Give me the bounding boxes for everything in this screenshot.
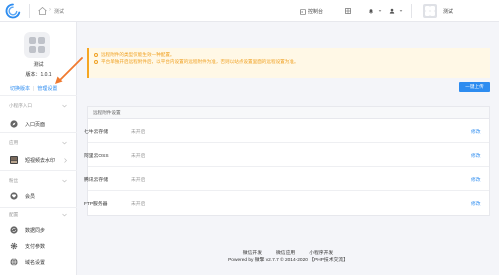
- app-links: 切换版本 | 管理设置: [10, 85, 57, 92]
- sidebar-item-label: 短视频去水印: [25, 158, 56, 164]
- notice-text: 远程附件的类型仅能生效一种配置。: [101, 52, 175, 57]
- section-miniapp: 小程序入口: [9, 103, 32, 108]
- heart-icon: [10, 192, 18, 200]
- footer-link[interactable]: 小程序开发: [309, 249, 333, 256]
- notifications-menu[interactable]: [368, 8, 382, 14]
- console-icon: [300, 8, 306, 15]
- table-row: 腾讯云存储 未开启 修改: [84, 167, 489, 191]
- account-menu[interactable]: [389, 8, 403, 14]
- notice-line: 远程附件的类型仅能生效一种配置。: [94, 52, 175, 58]
- storage-status: 未开启: [131, 202, 146, 207]
- footer-link[interactable]: 微信开发: [243, 249, 262, 256]
- chevron-down-icon[interactable]: [62, 104, 67, 108]
- chevron-right-icon: [64, 158, 67, 163]
- breadcrumb[interactable]: 测试: [54, 8, 64, 15]
- panel-header: 远程附件设置: [88, 107, 489, 119]
- sidebar: 测试 版本：1.0.1 切换版本 | 管理设置 小程序入口 入口页面 应用 短视频去…: [0, 22, 77, 275]
- footer-link[interactable]: 微信应用: [276, 249, 295, 256]
- panel-title: 远程附件设置: [93, 110, 121, 115]
- chevron-down-icon[interactable]: [62, 179, 67, 183]
- table-row: FTP服务器 未开启 修改: [84, 191, 489, 215]
- sidebar-divider: [0, 95, 77, 96]
- user-name[interactable]: 测试: [443, 8, 453, 15]
- storage-name: FTP服务器: [84, 202, 108, 207]
- notice-line: 平台单独开启远程附件后，以平台内设置的远程附件为准，否则以站点设置里面的远程设置…: [94, 59, 299, 65]
- sidebar-item-label: 会员: [25, 194, 36, 200]
- sidebar-item-watermark[interactable]: 短视频去水印: [0, 153, 76, 167]
- top-divider: [411, 4, 412, 18]
- apps-menu[interactable]: [345, 8, 353, 14]
- caret-down-icon: [378, 10, 382, 12]
- breadcrumb-separator: ›: [49, 7, 51, 13]
- app-thumbnail-icon: [10, 156, 18, 164]
- sidebar-divider: [0, 207, 77, 208]
- storage-status: 未开启: [131, 130, 146, 135]
- app-avatar[interactable]: [423, 4, 437, 18]
- info-icon: [94, 60, 98, 64]
- sidebar-item-label: 入口页面: [25, 122, 46, 128]
- storage-status: 未开启: [131, 178, 146, 183]
- edit-link[interactable]: 修改: [471, 176, 481, 183]
- console-label: 控制台: [308, 9, 324, 15]
- user-icon: [389, 8, 395, 14]
- compass-icon: [10, 120, 18, 128]
- sidebar-item-entry-page[interactable]: 入口页面: [0, 117, 76, 131]
- section-member: 粉丝: [9, 178, 19, 183]
- home-icon[interactable]: [38, 7, 47, 15]
- sidebar-item-label: 数据同步: [25, 228, 46, 234]
- grid-icon: [345, 8, 351, 14]
- upload-button[interactable]: 一键上传: [459, 82, 490, 92]
- switch-version-link[interactable]: 切换版本: [10, 86, 30, 92]
- footer-links: 微信开发 微信应用 小程序开发: [0, 249, 499, 256]
- chevron-down-icon[interactable]: [62, 141, 67, 145]
- info-icon: [94, 53, 98, 57]
- sidebar-item-data-sync[interactable]: 数据同步: [0, 223, 76, 237]
- remote-attachment-panel: 远程附件设置 七牛云存储 未开启 修改 阿里云OSS 未开启 修改 腾讯云存储 …: [84, 106, 490, 216]
- logo-icon[interactable]: [5, 3, 21, 19]
- manage-settings-link[interactable]: 管理设置: [37, 86, 57, 92]
- storage-name: 腾讯云存储: [84, 178, 108, 183]
- edit-link[interactable]: 修改: [471, 200, 481, 207]
- storage-status: 未开启: [131, 154, 146, 159]
- app-name: 测试: [33, 62, 44, 68]
- table-row: 阿里云OSS 未开启 修改: [84, 143, 489, 167]
- link-separator: |: [33, 86, 35, 92]
- top-divider: [29, 4, 30, 18]
- sidebar-divider: [0, 132, 77, 133]
- top-bar: › 测试 控制台 测试: [0, 0, 499, 22]
- bell-icon: [369, 9, 373, 14]
- section-apps: 应用: [9, 140, 19, 145]
- chevron-down-icon[interactable]: [62, 213, 67, 217]
- caret-down-icon: [399, 10, 403, 12]
- storage-name: 阿里云OSS: [84, 154, 109, 159]
- sidebar-divider: [0, 170, 77, 171]
- app-icon: [24, 32, 50, 58]
- edit-link[interactable]: 修改: [471, 152, 481, 159]
- storage-name: 七牛云存储: [84, 130, 108, 135]
- footer-copyright: Powered by 微擎 v2.7.7 © 2014-2020 【PHP技术交…: [228, 258, 348, 263]
- sync-icon: [10, 226, 18, 234]
- notice-text: 平台单独开启远程附件后，以平台内设置的远程附件为准，否则以站点设置里面的远程设置…: [101, 59, 299, 64]
- section-config: 配置: [9, 212, 19, 217]
- notice-box: 远程附件的类型仅能生效一种配置。 平台单独开启远程附件后，以平台内设置的远程附件…: [87, 48, 490, 78]
- console-link[interactable]: 控制台: [300, 8, 323, 15]
- sidebar-item-member[interactable]: 会员: [0, 189, 76, 203]
- app-version: 版本：1.0.1: [25, 72, 52, 78]
- edit-link[interactable]: 修改: [471, 128, 481, 135]
- table-row: 七牛云存储 未开启 修改: [84, 119, 489, 143]
